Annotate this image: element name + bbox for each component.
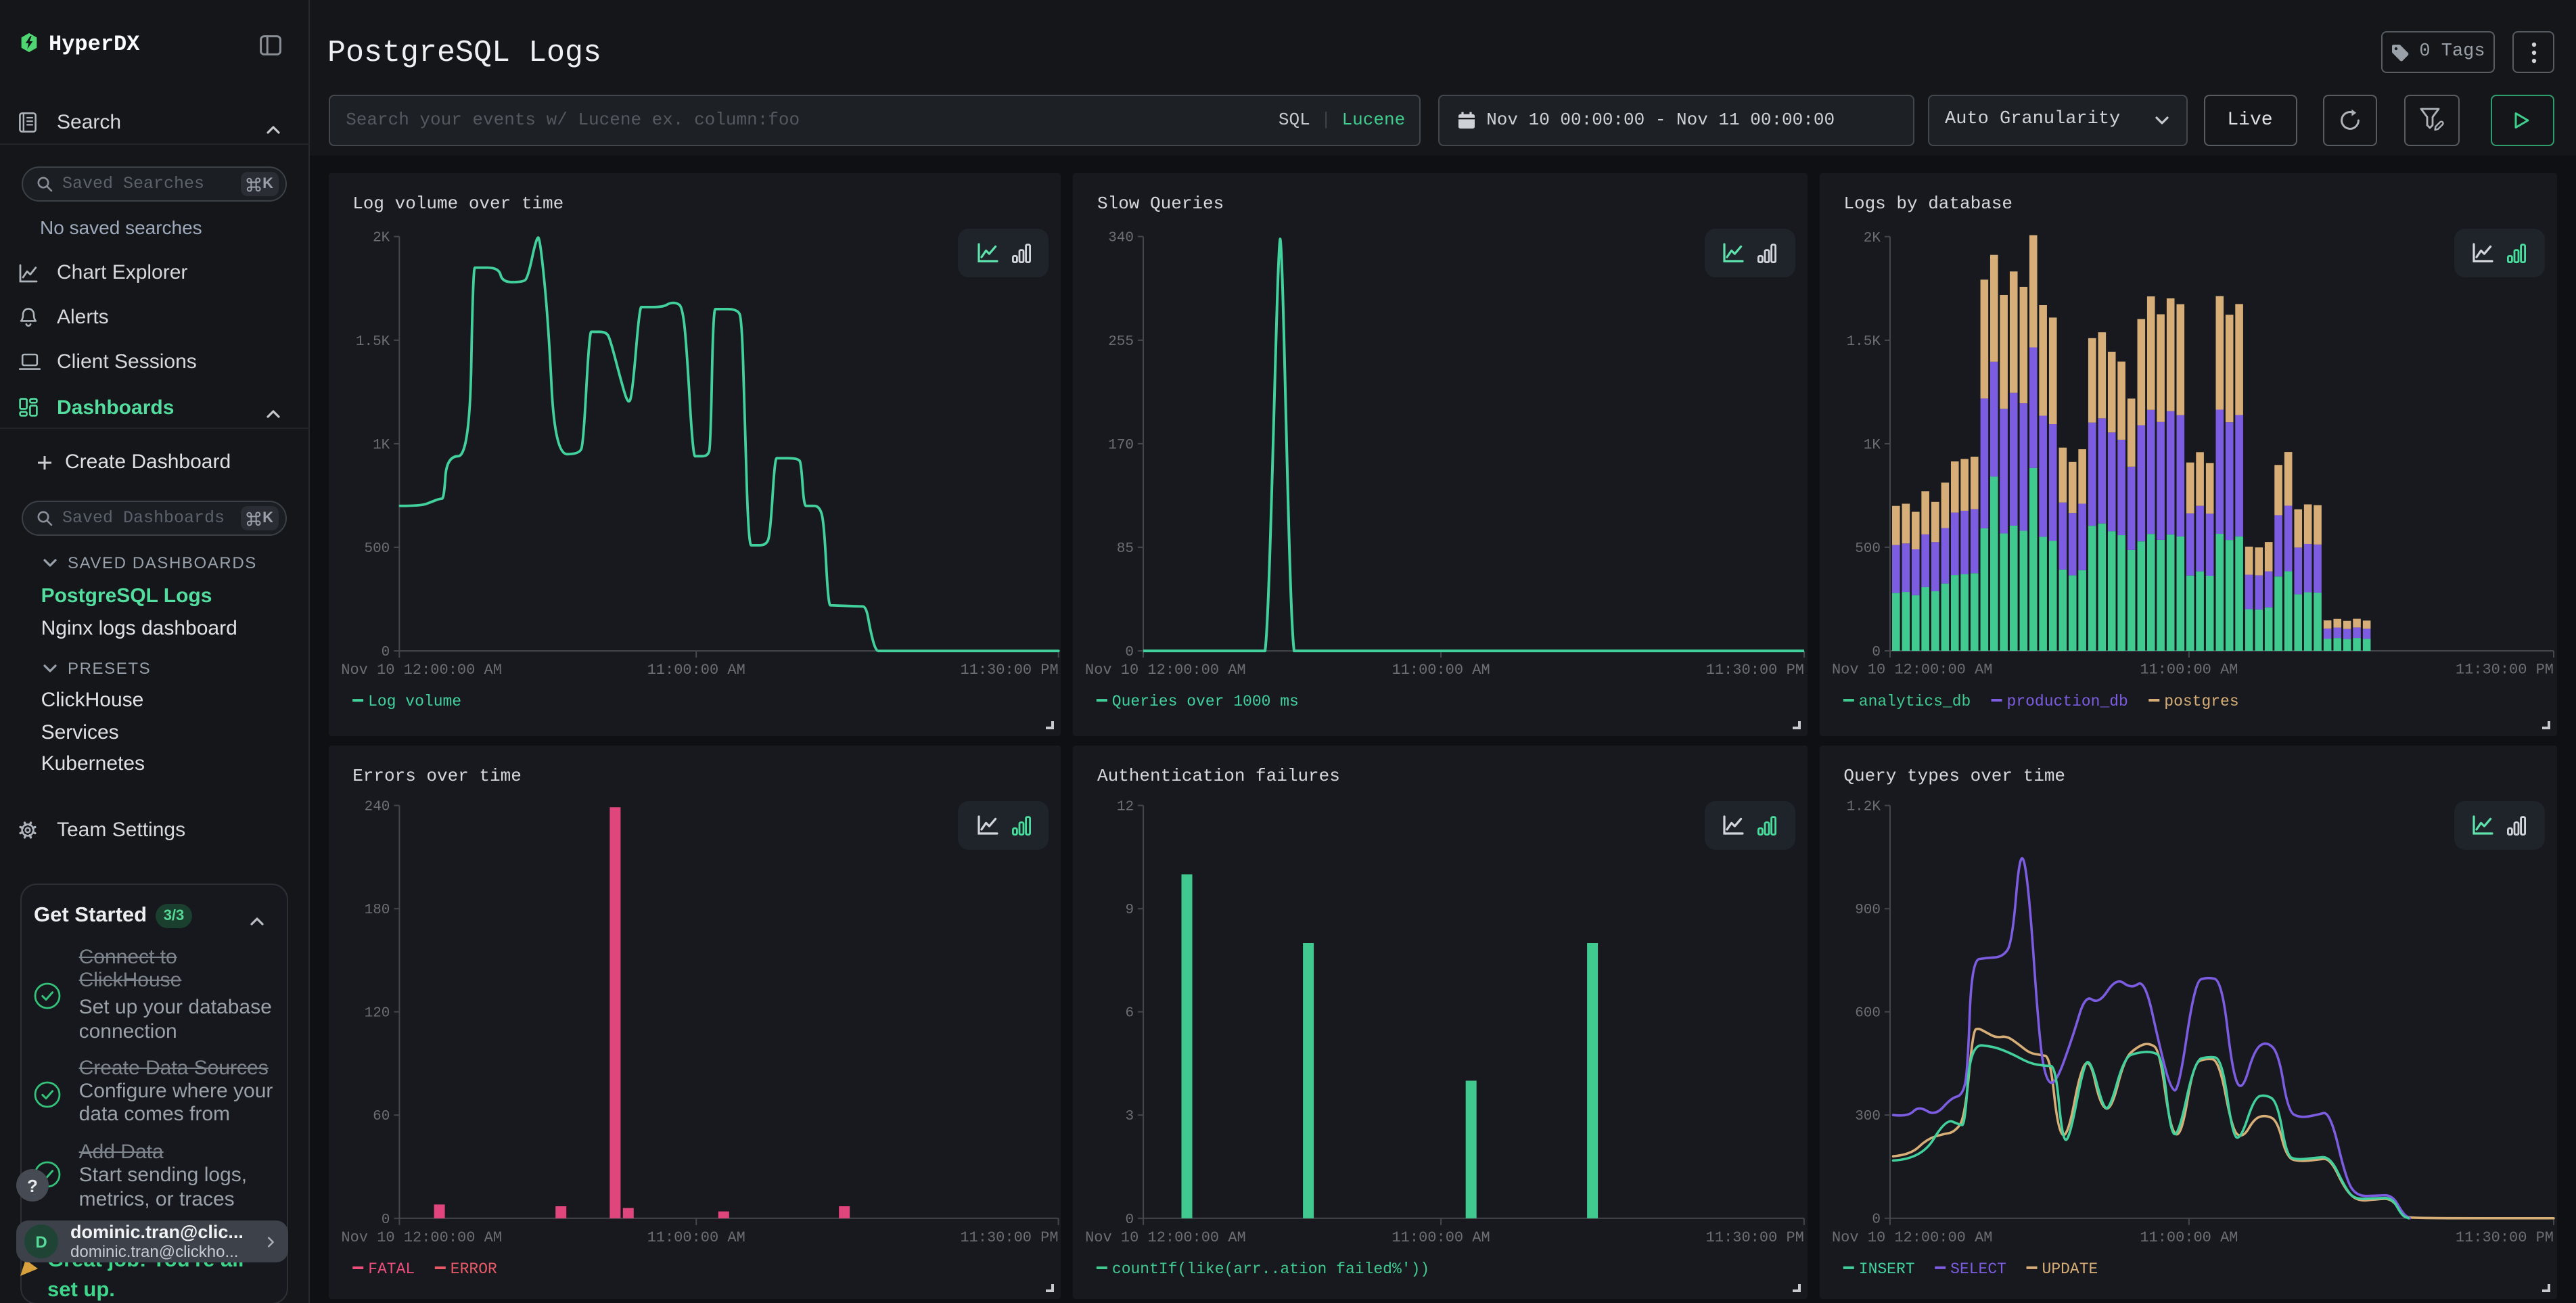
svg-text:0: 0 xyxy=(381,645,390,661)
svg-text:2K: 2K xyxy=(1863,231,1881,246)
svg-text:60: 60 xyxy=(372,1109,389,1124)
svg-text:11:00:00 AM: 11:00:00 AM xyxy=(647,1229,745,1246)
svg-text:UPDATE: UPDATE xyxy=(2042,1260,2098,1278)
svg-text:Nov 10 12:00:00 AM: Nov 10 12:00:00 AM xyxy=(1085,1229,1246,1246)
svg-text:255: 255 xyxy=(1108,334,1134,350)
svg-text:11:30:00 PM: 11:30:00 PM xyxy=(960,662,1058,679)
svg-text:1K: 1K xyxy=(1863,438,1881,453)
svg-text:180: 180 xyxy=(364,902,390,918)
svg-text:1.2K: 1.2K xyxy=(1846,800,1881,815)
svg-text:postgres: postgres xyxy=(2164,693,2238,710)
svg-text:9: 9 xyxy=(1125,902,1134,918)
svg-text:SELECT: SELECT xyxy=(1950,1260,2006,1278)
svg-text:1K: 1K xyxy=(372,438,390,453)
svg-text:Nov 10 12:00:00 AM: Nov 10 12:00:00 AM xyxy=(341,1229,502,1246)
svg-text:countIf(like(arr..ation failed: countIf(like(arr..ation failed%')) xyxy=(1112,1260,1429,1278)
svg-text:6: 6 xyxy=(1125,1006,1134,1022)
svg-text:INSERT: INSERT xyxy=(1858,1260,1914,1278)
svg-text:11:00:00 AM: 11:00:00 AM xyxy=(647,662,745,679)
svg-text:Nov 10 12:00:00 AM: Nov 10 12:00:00 AM xyxy=(340,662,501,679)
svg-text:0: 0 xyxy=(1125,1212,1134,1228)
svg-text:production_db: production_db xyxy=(2006,693,2128,710)
svg-text:11:00:00 AM: 11:00:00 AM xyxy=(1392,662,1490,679)
svg-text:11:30:00 PM: 11:30:00 PM xyxy=(2455,1229,2553,1246)
svg-text:Log volume: Log volume xyxy=(367,693,461,711)
svg-text:500: 500 xyxy=(364,541,390,557)
svg-text:FATAL: FATAL xyxy=(367,1260,414,1278)
svg-text:Nov 10 12:00:00 AM: Nov 10 12:00:00 AM xyxy=(1831,662,1992,679)
svg-text:12: 12 xyxy=(1117,800,1134,815)
svg-text:120: 120 xyxy=(364,1006,390,1022)
svg-text:0: 0 xyxy=(1872,1212,1881,1228)
svg-text:11:30:00 PM: 11:30:00 PM xyxy=(1706,662,1804,679)
svg-text:Queries over 1000 ms: Queries over 1000 ms xyxy=(1112,693,1299,711)
svg-text:11:00:00 AM: 11:00:00 AM xyxy=(2140,1229,2238,1246)
svg-text:1.5K: 1.5K xyxy=(1846,334,1881,350)
svg-text:11:30:00 PM: 11:30:00 PM xyxy=(1706,1229,1804,1246)
svg-text:analytics_db: analytics_db xyxy=(1858,693,1971,710)
svg-text:170: 170 xyxy=(1108,438,1134,453)
svg-text:2K: 2K xyxy=(372,231,390,246)
svg-text:ERROR: ERROR xyxy=(450,1260,497,1278)
svg-text:900: 900 xyxy=(1855,902,1881,918)
svg-text:0: 0 xyxy=(1872,645,1881,660)
svg-text:11:00:00 AM: 11:00:00 AM xyxy=(1392,1229,1490,1246)
svg-text:11:00:00 AM: 11:00:00 AM xyxy=(2140,662,2238,679)
svg-text:240: 240 xyxy=(364,800,390,815)
svg-text:500: 500 xyxy=(1855,541,1881,557)
svg-text:0: 0 xyxy=(1125,645,1134,661)
svg-text:0: 0 xyxy=(381,1212,390,1228)
svg-text:600: 600 xyxy=(1855,1006,1881,1022)
svg-text:Nov 10 12:00:00 AM: Nov 10 12:00:00 AM xyxy=(1831,1229,1992,1246)
svg-text:3: 3 xyxy=(1125,1109,1134,1124)
svg-text:340: 340 xyxy=(1108,231,1134,246)
svg-text:1.5K: 1.5K xyxy=(355,334,390,350)
svg-text:300: 300 xyxy=(1855,1109,1881,1124)
svg-text:Nov 10 12:00:00 AM: Nov 10 12:00:00 AM xyxy=(1085,662,1246,679)
svg-text:11:30:00 PM: 11:30:00 PM xyxy=(2455,662,2553,679)
svg-text:11:30:00 PM: 11:30:00 PM xyxy=(960,1229,1058,1246)
svg-text:85: 85 xyxy=(1117,541,1134,557)
